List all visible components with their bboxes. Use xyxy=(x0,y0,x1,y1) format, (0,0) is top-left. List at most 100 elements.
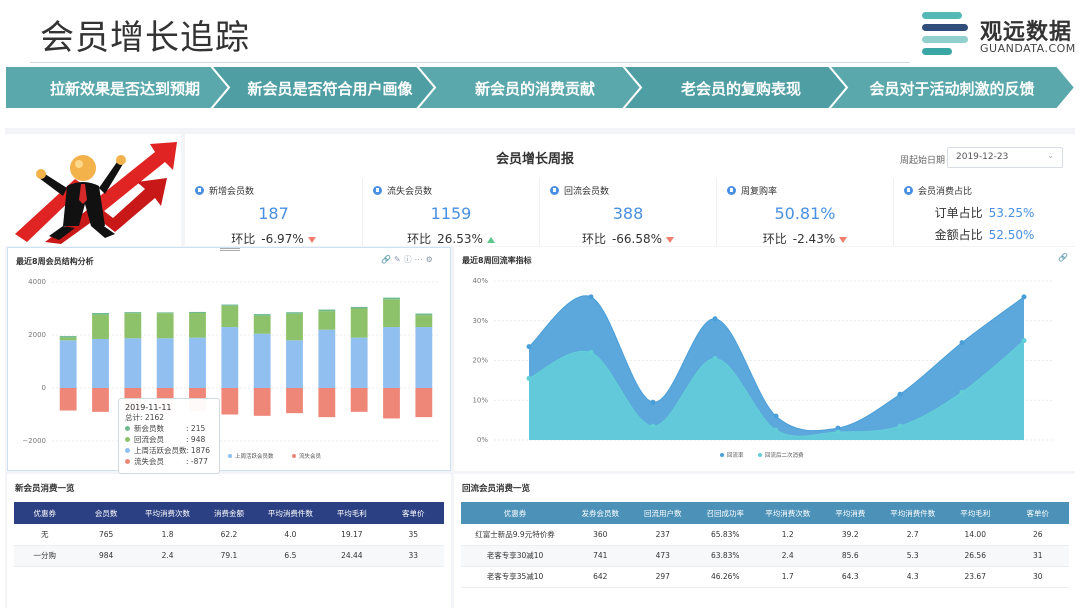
column-header[interactable]: 客单价 xyxy=(382,502,444,524)
bar-segment[interactable] xyxy=(350,337,368,388)
legend-label[interactable]: 回流后二次消费 xyxy=(765,451,804,459)
bar-segment-negative[interactable] xyxy=(415,388,433,418)
bar-segment-negative[interactable] xyxy=(221,388,239,415)
bar-segment[interactable] xyxy=(189,337,206,388)
bar-segment-negative[interactable] xyxy=(350,388,368,412)
bar-segment[interactable] xyxy=(221,305,239,328)
column-header[interactable]: 平均消费 xyxy=(819,502,882,524)
bar-segment-negative[interactable] xyxy=(318,388,336,418)
data-point[interactable] xyxy=(588,350,594,356)
bar-segment[interactable] xyxy=(350,306,368,309)
data-point[interactable] xyxy=(959,340,965,346)
bar-segment[interactable] xyxy=(124,312,142,314)
data-point[interactable] xyxy=(897,391,903,397)
column-header[interactable]: 平均消费次数 xyxy=(756,502,819,524)
data-point[interactable] xyxy=(712,316,718,322)
bar-segment[interactable] xyxy=(383,327,400,388)
data-point[interactable] xyxy=(650,399,656,405)
bar-segment[interactable] xyxy=(253,314,271,316)
table-row[interactable]: 一分购 984 2.4 79.1 6.5 24.44 33 xyxy=(14,545,444,567)
flow-step-1[interactable]: 拉新效果是否达到预期 xyxy=(25,78,225,99)
flow-step-3[interactable]: 新会员的消费贡献 xyxy=(435,78,635,99)
bar-segment-negative[interactable] xyxy=(383,388,400,419)
table-row[interactable]: 老客专享30减10 741 473 63.83% 2.4 85.6 5.3 26.56 31 xyxy=(461,545,1069,567)
bar-segment[interactable] xyxy=(59,340,77,388)
flow-step-2[interactable]: 新会员是否符合用户画像 xyxy=(230,78,430,99)
data-point[interactable] xyxy=(773,413,779,419)
data-point[interactable] xyxy=(1021,338,1027,344)
column-header[interactable]: 平均毛利 xyxy=(321,502,383,524)
bar-segment[interactable] xyxy=(318,311,336,330)
bar-segment[interactable] xyxy=(92,314,109,339)
bar-segment[interactable] xyxy=(415,315,433,328)
bar-segment[interactable] xyxy=(156,313,174,339)
bar-segment-negative[interactable] xyxy=(92,388,109,412)
bar-segment[interactable] xyxy=(286,313,303,341)
bar-segment[interactable] xyxy=(286,312,303,314)
bar-segment-negative[interactable] xyxy=(253,388,271,416)
data-point[interactable] xyxy=(588,294,594,300)
column-header[interactable]: 会员数 xyxy=(75,502,137,524)
link-icon[interactable]: 🔗 xyxy=(381,255,394,264)
data-point[interactable] xyxy=(835,429,841,435)
bar-segment[interactable] xyxy=(253,333,271,388)
table-row[interactable]: 红富士新品9.9元特价券 360 237 65.83% 1.2 39.2 2.7 14.00 2… xyxy=(461,524,1069,546)
week-start-select[interactable]: 2019-12-23 ⌄ xyxy=(947,147,1063,168)
column-header[interactable]: 优惠券 xyxy=(461,502,569,524)
bar-segment[interactable] xyxy=(124,313,142,339)
drag-handle[interactable] xyxy=(220,248,240,251)
data-point[interactable] xyxy=(526,344,532,350)
bar-segment[interactable] xyxy=(415,313,433,316)
column-header[interactable]: 平均消费件数 xyxy=(881,502,944,524)
column-header[interactable]: 优惠券 xyxy=(14,502,76,524)
column-header[interactable]: 平均消费件数 xyxy=(259,502,322,524)
table-row[interactable]: 老客专享35减10 642 297 46.26% 1.7 64.3 4.3 23.67 30 xyxy=(461,566,1069,588)
column-header[interactable]: 客单价 xyxy=(1006,502,1069,524)
bar-segment[interactable] xyxy=(124,338,142,388)
bar-segment[interactable] xyxy=(415,327,433,388)
legend-label[interactable]: 流失会员 xyxy=(299,452,322,460)
legend-label[interactable]: 上周活跃会员数 xyxy=(235,452,274,460)
column-header[interactable]: 召回成功率 xyxy=(694,502,757,524)
gear-icon[interactable]: ⚙ xyxy=(426,255,436,264)
data-point[interactable] xyxy=(897,423,903,429)
bar-segment[interactable] xyxy=(92,313,109,315)
bar-segment[interactable] xyxy=(318,309,336,312)
bar-segment[interactable] xyxy=(189,311,206,314)
info-icon[interactable]: ⓘ xyxy=(404,255,415,264)
data-point[interactable] xyxy=(526,375,532,381)
bar-segment[interactable] xyxy=(383,297,400,300)
bar-segment[interactable] xyxy=(59,337,77,341)
legend-label[interactable]: 回流率 xyxy=(727,451,744,459)
data-point[interactable] xyxy=(959,389,965,395)
data-point[interactable] xyxy=(712,356,718,362)
data-point[interactable] xyxy=(650,423,656,429)
bar-segment[interactable] xyxy=(156,312,174,314)
bar-segment[interactable] xyxy=(156,338,174,388)
column-header[interactable]: 发券会员数 xyxy=(569,502,632,524)
bar-segment[interactable] xyxy=(221,304,239,306)
column-header[interactable]: 消费金额 xyxy=(198,502,260,524)
bar-segment[interactable] xyxy=(189,313,206,338)
bar-segment[interactable] xyxy=(383,299,400,328)
data-point[interactable] xyxy=(773,427,779,433)
column-header[interactable]: 平均毛利 xyxy=(944,502,1007,524)
bar-segment-negative[interactable] xyxy=(59,388,77,411)
bar-segment[interactable] xyxy=(221,327,239,388)
link-icon[interactable]: 🔗 xyxy=(1058,253,1071,262)
bar-segment-negative[interactable] xyxy=(286,388,303,414)
bar-segment[interactable] xyxy=(350,308,368,338)
data-point[interactable] xyxy=(1021,294,1027,300)
bar-segment[interactable] xyxy=(253,315,271,334)
flow-step-5[interactable]: 会员对于活动刺激的反馈 xyxy=(847,78,1057,99)
column-header[interactable]: 回流用户数 xyxy=(631,502,694,524)
bar-segment[interactable] xyxy=(318,329,336,388)
column-header[interactable]: 平均消费次数 xyxy=(136,502,199,524)
bar-segment[interactable] xyxy=(286,340,303,388)
table-row[interactable]: 无 765 1.8 62.2 4.0 19.17 35 xyxy=(14,524,444,546)
bar-segment[interactable] xyxy=(92,338,109,388)
more-icon[interactable]: ⋯ xyxy=(415,255,426,264)
edit-icon[interactable]: ✎ xyxy=(394,255,404,264)
flow-step-4[interactable]: 老会员的复购表现 xyxy=(641,78,841,99)
bar-segment[interactable] xyxy=(59,336,77,338)
